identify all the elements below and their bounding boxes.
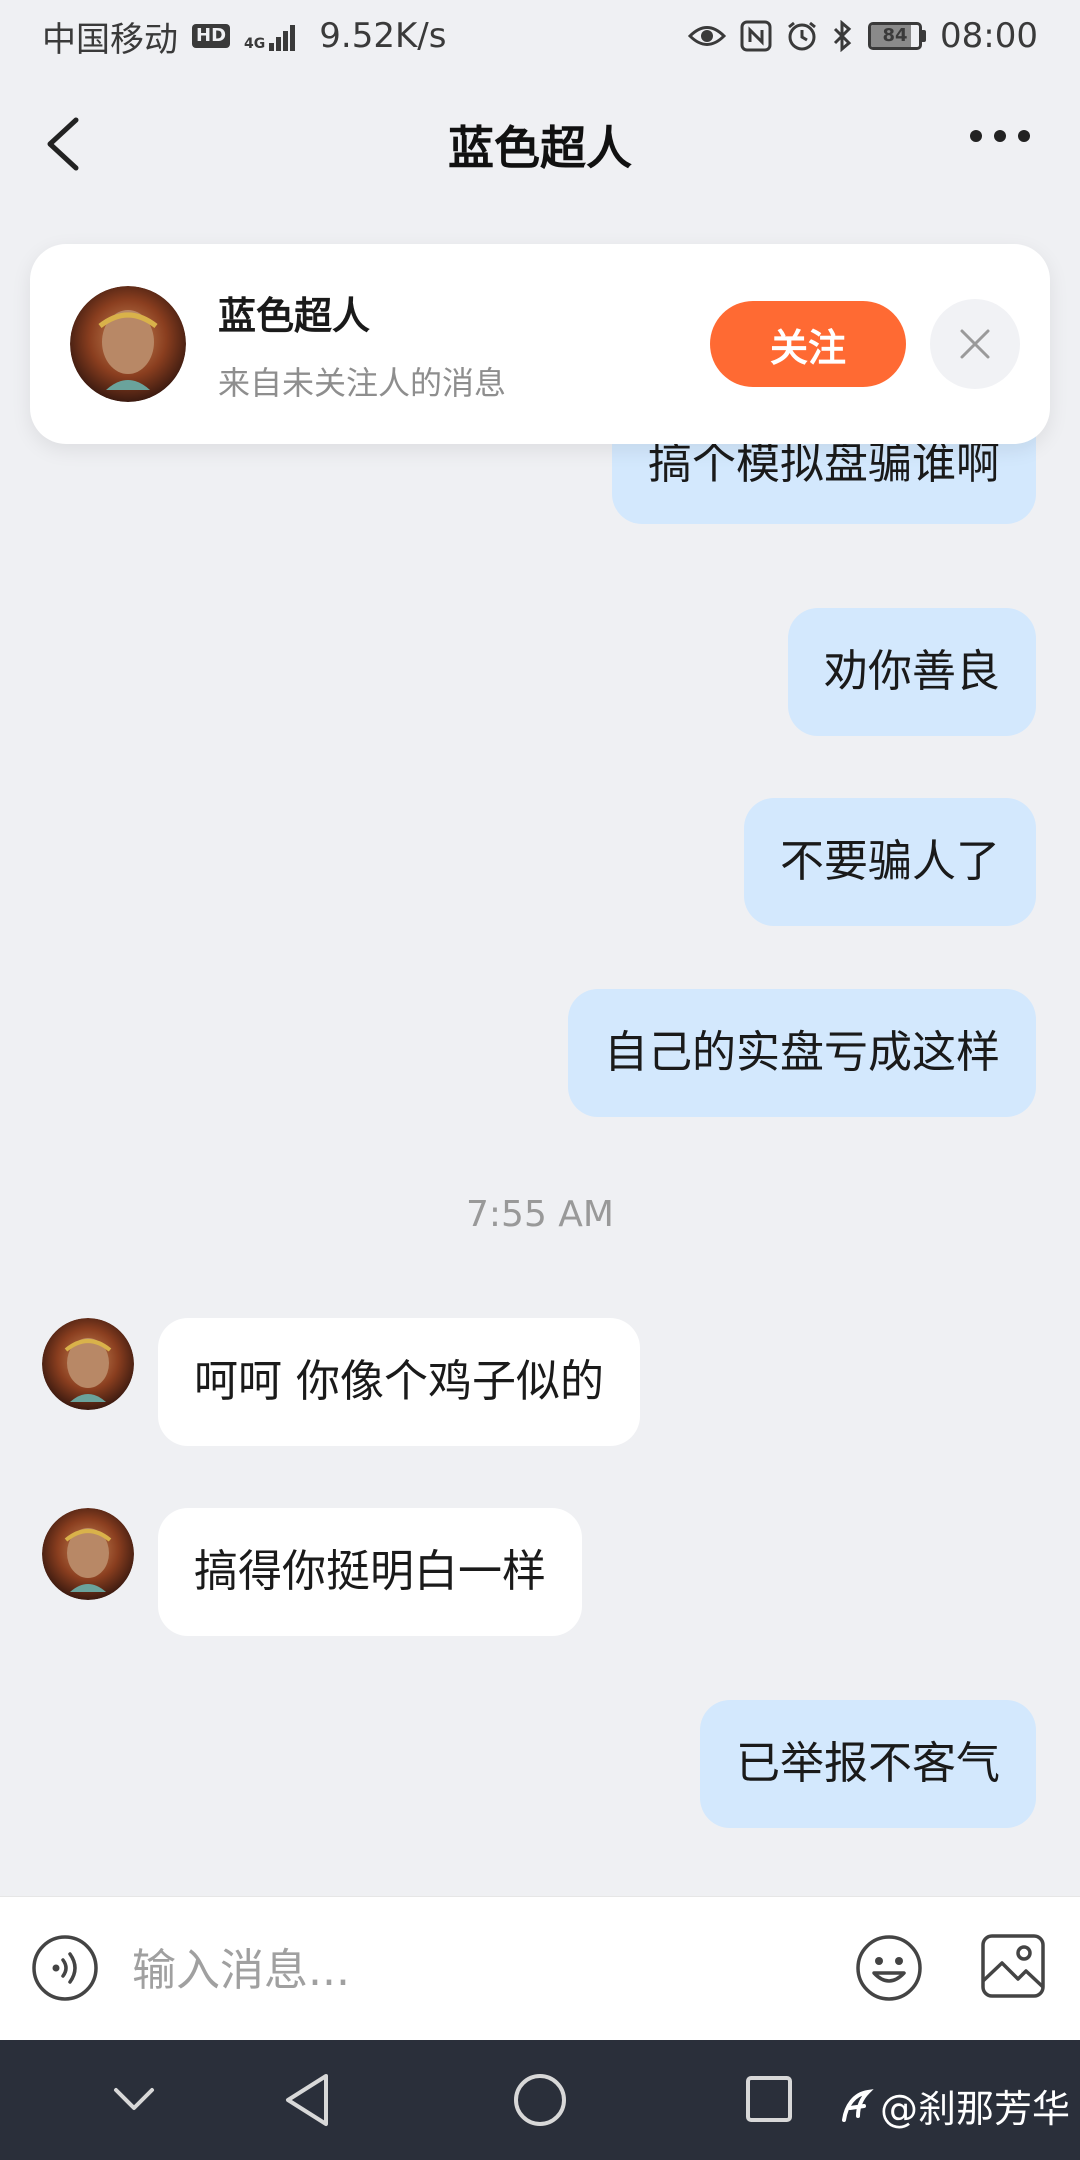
follow-banner: 蓝色超人 来自未关注人的消息 关注 <box>30 244 1050 444</box>
message-row: 已举报不客气 <box>0 1700 1080 1828</box>
chevron-down-icon[interactable] <box>112 2082 156 2116</box>
message-bubble-incoming[interactable]: 搞得你挺明白一样 <box>158 1508 582 1636</box>
avatar[interactable] <box>70 286 186 402</box>
banner-subtitle: 来自未关注人的消息 <box>218 363 507 402</box>
chat-title: 蓝色超人 <box>448 121 632 175</box>
recents-square-icon[interactable] <box>744 2074 794 2124</box>
close-banner-button[interactable] <box>930 299 1020 389</box>
message-row: 不要骗人了 <box>0 798 1080 926</box>
nfc-icon <box>740 20 772 52</box>
more-dots-icon <box>970 130 982 142</box>
emoji-icon[interactable] <box>854 1933 924 2003</box>
status-bar: 中国移动 HD 4G 9.52K/s 84 08:00 <box>0 0 1080 72</box>
avatar[interactable] <box>42 1318 134 1410</box>
carrier-name: 中国移动 <box>42 19 178 60</box>
chevron-left-icon <box>47 117 79 171</box>
system-nav-bar: @刹那芳华 <box>0 2040 1080 2160</box>
network-speed: 9.52K/s <box>319 16 447 56</box>
eye-icon <box>688 26 727 46</box>
close-icon <box>960 329 990 359</box>
message-input[interactable] <box>130 1927 814 2013</box>
watermark-logo-icon <box>841 2088 874 2122</box>
network-type: 4G <box>244 36 266 52</box>
more-options-button[interactable] <box>970 130 1030 142</box>
message-row: 自己的实盘亏成这样 <box>0 989 1080 1117</box>
message-row: 搞得你挺明白一样 <box>0 1508 1080 1636</box>
follow-button[interactable]: 关注 <box>710 301 906 387</box>
signal-icon: 4G <box>244 21 296 52</box>
image-icon[interactable] <box>980 1933 1046 1999</box>
battery-level: 84 <box>882 25 908 46</box>
back-triangle-icon[interactable] <box>282 2072 332 2128</box>
back-button[interactable] <box>36 114 96 174</box>
status-left: 中国移动 HD 4G 9.52K/s <box>42 12 446 61</box>
message-row: 呵呵 你像个鸡子似的 <box>0 1318 1080 1446</box>
message-bubble-incoming[interactable]: 呵呵 你像个鸡子似的 <box>158 1318 640 1446</box>
message-timestamp: 7:55 AM <box>466 1194 614 1235</box>
watermark: @刹那芳华 <box>836 2078 1070 2133</box>
status-right: 84 08:00 <box>688 16 1038 56</box>
clock-time: 08:00 <box>940 16 1038 56</box>
message-bubble-outgoing[interactable]: 劝你善良 <box>788 608 1036 736</box>
banner-user-name: 蓝色超人 <box>218 293 371 338</box>
message-bubble-outgoing[interactable]: 不要骗人了 <box>744 798 1036 926</box>
battery-icon: 84 <box>868 22 927 50</box>
alarm-icon <box>788 21 816 51</box>
avatar[interactable] <box>42 1508 134 1600</box>
bluetooth-icon <box>833 20 852 52</box>
message-bubble-outgoing[interactable]: 自己的实盘亏成这样 <box>568 989 1036 1117</box>
message-bubble-outgoing[interactable]: 已举报不客气 <box>700 1700 1036 1828</box>
message-row: 劝你善良 <box>0 608 1080 736</box>
banner-text: 蓝色超人 来自未关注人的消息 <box>218 285 710 404</box>
hd-badge: HD <box>192 24 231 48</box>
message-input-bar <box>0 1896 1080 2040</box>
watermark-text: @刹那芳华 <box>879 2087 1070 2131</box>
voice-icon[interactable] <box>30 1933 100 2003</box>
chat-header: 蓝色超人 <box>0 90 1080 200</box>
home-circle-icon[interactable] <box>512 2072 568 2128</box>
